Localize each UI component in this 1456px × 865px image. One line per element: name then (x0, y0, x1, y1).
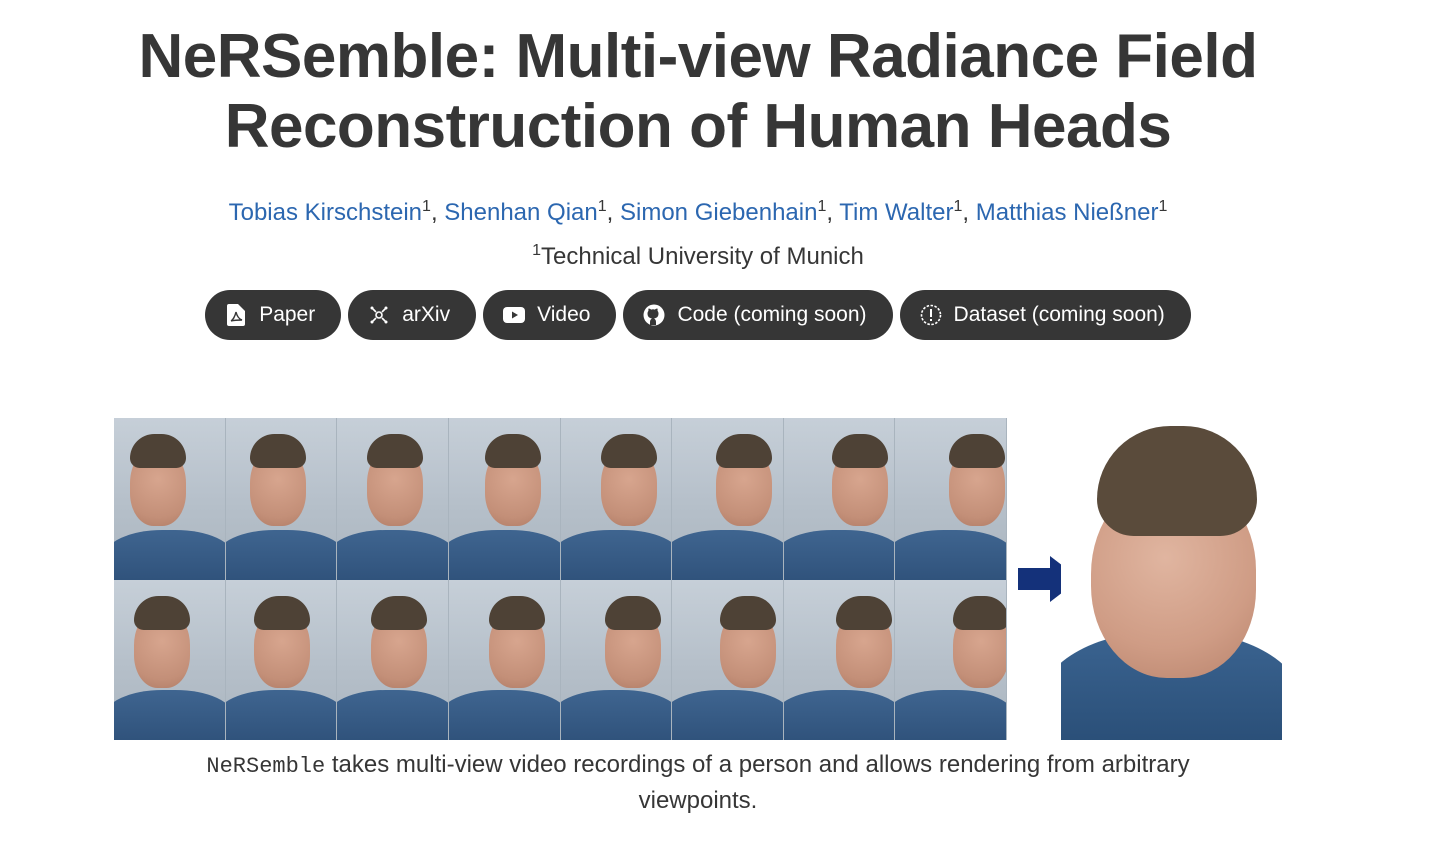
tile-hair (367, 434, 424, 468)
camera-view-tile (783, 580, 896, 740)
author-separator: , (430, 199, 438, 226)
info-circle-icon (920, 304, 942, 326)
tile-hair (134, 596, 190, 630)
code-button[interactable]: Code (coming soon) (623, 290, 893, 340)
title-line-1: NeRSemble: Multi-view Radiance Field (138, 22, 1258, 91)
camera-view-tile (895, 580, 1007, 740)
video-button[interactable]: Video (483, 290, 617, 340)
camera-view-tile (672, 580, 784, 740)
youtube-icon (503, 304, 526, 326)
figure-caption: NeRSemble takes multi-view video recordi… (160, 748, 1236, 818)
arxiv-button-label: arXiv (402, 303, 451, 326)
tile-shirt (114, 690, 225, 740)
dataset-button-label: Dataset (coming soon) (953, 303, 1165, 326)
author-link[interactable]: Tim Walter (839, 199, 953, 226)
camera-view-tile (337, 418, 449, 580)
tile-hair (488, 596, 545, 630)
author-separator: , (826, 199, 834, 226)
affiliation-marker: 1 (597, 198, 607, 215)
code-button-label: Code (coming soon) (677, 303, 867, 326)
tile-shirt (672, 690, 783, 740)
rendered-head-image (1061, 418, 1282, 740)
tile-hair (484, 434, 541, 468)
tile-hair (720, 596, 777, 630)
camera-view-tile (560, 580, 673, 740)
camera-view-tile (448, 580, 561, 740)
paper-button-label: Paper (259, 303, 316, 326)
author-separator: , (962, 199, 970, 226)
camera-view-tile (225, 418, 338, 580)
tile-hair (130, 434, 186, 468)
tile-hair (831, 434, 888, 468)
caption-code: NeRSemble (206, 754, 326, 779)
tile-shirt (783, 530, 895, 580)
title-line-2: Reconstruction of Human Heads (224, 92, 1172, 161)
tile-hair (249, 434, 306, 468)
tile-hair (253, 596, 310, 630)
tile-shirt (448, 530, 560, 580)
camera-view-tile (448, 418, 561, 580)
author-link[interactable]: Simon Giebenhain (620, 199, 817, 226)
author-list: Tobias Kirschstein1, Shenhan Qian1, Simo… (0, 196, 1396, 230)
affiliation: 1Technical University of Munich (0, 240, 1396, 274)
tile-shirt (560, 530, 672, 580)
link-buttons: Paper arXiv Video Code (coming soon) Dat… (0, 290, 1396, 340)
tile-hair (953, 596, 1007, 630)
tile-hair (835, 596, 892, 630)
tile-hair (371, 596, 428, 630)
affiliation-marker: 1 (422, 198, 431, 215)
github-icon (643, 304, 665, 326)
author-separator: , (606, 199, 614, 226)
caption-text: takes multi-view video recordings of a p… (325, 751, 1190, 814)
camera-view-tile (114, 580, 226, 740)
author-link[interactable]: Matthias Nießner (976, 199, 1159, 226)
tile-shirt (225, 690, 337, 740)
tile-shirt (560, 690, 672, 740)
tile-shirt (448, 690, 560, 740)
author-link[interactable]: Shenhan Qian (444, 199, 597, 226)
arxiv-button[interactable]: arXiv (348, 290, 477, 340)
tile-shirt (114, 530, 225, 580)
tile-hair (600, 434, 657, 468)
tile-shirt (895, 690, 1007, 740)
video-button-label: Video (537, 303, 591, 326)
camera-view-tile (337, 580, 449, 740)
tile-shirt (225, 530, 337, 580)
dataset-button[interactable]: Dataset (coming soon) (899, 290, 1191, 340)
camera-view-tile (114, 418, 226, 580)
camera-view-tile (783, 418, 896, 580)
author-link[interactable]: Tobias Kirschstein (229, 199, 422, 226)
tile-shirt (895, 530, 1007, 580)
tile-shirt (337, 530, 448, 580)
tile-shirt (783, 690, 895, 740)
tile-shirt (337, 690, 448, 740)
camera-view-tile (560, 418, 673, 580)
tile-hair (604, 596, 661, 630)
camera-view-tile (895, 418, 1007, 580)
camera-view-tile (225, 580, 338, 740)
camera-view-tile (672, 418, 784, 580)
tile-hair (949, 434, 1006, 468)
tile-hair (716, 434, 773, 468)
tile-shirt (672, 530, 783, 580)
affiliation-name: Technical University of Munich (541, 243, 864, 270)
multi-view-grid (114, 418, 1007, 740)
page-title: NeRSemble: Multi-view Radiance Field Rec… (0, 22, 1396, 162)
pdf-icon (225, 304, 247, 326)
affiliation-marker: 1 (532, 242, 542, 259)
arxiv-icon (368, 304, 390, 326)
paper-button[interactable]: Paper (205, 290, 342, 340)
portrait-hair (1097, 426, 1257, 536)
affiliation-marker: 1 (1158, 198, 1168, 215)
